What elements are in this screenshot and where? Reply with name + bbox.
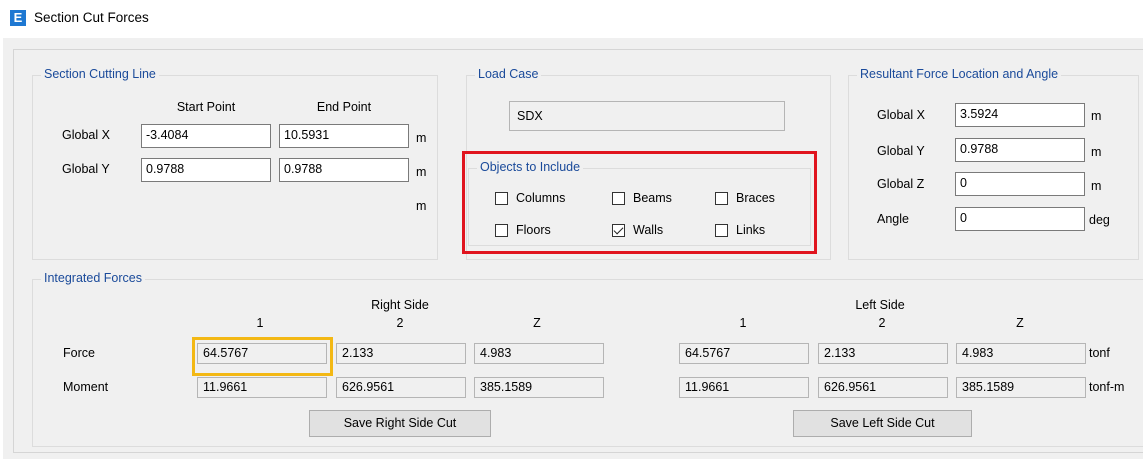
section-cutting-line-title: Section Cutting Line	[41, 67, 159, 81]
resultant-gx-label: Global X	[877, 108, 925, 122]
unit-x-label: m	[416, 131, 427, 145]
right-force-2-cell: 2.133	[336, 343, 466, 364]
end-point-header: End Point	[316, 100, 372, 114]
resultant-gz-unit: m	[1091, 179, 1102, 193]
right-moment-z-cell: 385.1589	[474, 377, 604, 398]
app-icon: E	[10, 10, 26, 26]
load-case-field[interactable]: SDX	[509, 101, 785, 131]
left-force-1-cell: 64.5767	[679, 343, 809, 364]
left-force-z-cell: 4.983	[956, 343, 1086, 364]
resultant-angle-label: Angle	[877, 212, 909, 226]
resultant-gz-label: Global Z	[877, 177, 925, 191]
force-cell-highlight	[192, 337, 333, 376]
start-point-header: Start Point	[176, 100, 236, 114]
start-x-field[interactable]: -3.4084	[141, 124, 271, 148]
left-moment-z-cell: 385.1589	[956, 377, 1086, 398]
save-left-side-cut-button[interactable]: Save Left Side Cut	[793, 410, 972, 437]
resultant-angle-unit: deg	[1089, 213, 1110, 227]
start-y-field[interactable]: 0.9788	[141, 158, 271, 182]
resultant-force-title: Resultant Force Location and Angle	[857, 67, 1062, 81]
resultant-gy-unit: m	[1091, 145, 1102, 159]
integrated-forces-title: Integrated Forces	[41, 271, 145, 285]
objects-highlight-box	[462, 151, 817, 254]
end-y-field[interactable]: 0.9788	[279, 158, 409, 182]
right-moment-2-cell: 626.9561	[336, 377, 466, 398]
left-col-z-header: Z	[1016, 316, 1024, 330]
title-bar: E Section Cut Forces	[0, 0, 1143, 38]
right-side-label: Right Side	[371, 298, 429, 312]
resultant-gx-field[interactable]: 3.5924	[955, 103, 1085, 127]
resultant-gz-field[interactable]: 0	[955, 172, 1085, 196]
load-case-title: Load Case	[475, 67, 542, 81]
force-row-label: Force	[63, 346, 95, 360]
force-unit-label: tonf	[1089, 346, 1110, 360]
resultant-gy-label: Global Y	[877, 144, 925, 158]
resultant-gy-field[interactable]: 0.9788	[955, 138, 1085, 162]
right-col-1-header: 1	[256, 316, 264, 330]
moment-unit-label: tonf-m	[1089, 380, 1125, 394]
left-force-2-cell: 2.133	[818, 343, 948, 364]
save-right-side-cut-button[interactable]: Save Right Side Cut	[309, 410, 491, 437]
left-side-label: Left Side	[855, 298, 905, 312]
global-y-label: Global Y	[62, 162, 110, 176]
resultant-angle-field[interactable]: 0	[955, 207, 1085, 231]
right-col-2-header: 2	[396, 316, 404, 330]
right-moment-1-cell: 11.9661	[197, 377, 327, 398]
left-moment-2-cell: 626.9561	[818, 377, 948, 398]
unit-extra-label: m	[416, 199, 427, 213]
right-col-z-header: Z	[533, 316, 541, 330]
global-x-label: Global X	[62, 128, 110, 142]
end-x-field[interactable]: 10.5931	[279, 124, 409, 148]
left-col-1-header: 1	[739, 316, 747, 330]
right-force-z-cell: 4.983	[474, 343, 604, 364]
window-title: Section Cut Forces	[34, 10, 149, 25]
unit-y-label: m	[416, 165, 427, 179]
left-col-2-header: 2	[878, 316, 886, 330]
moment-row-label: Moment	[63, 380, 109, 394]
left-moment-1-cell: 11.9661	[679, 377, 809, 398]
resultant-gx-unit: m	[1091, 109, 1102, 123]
